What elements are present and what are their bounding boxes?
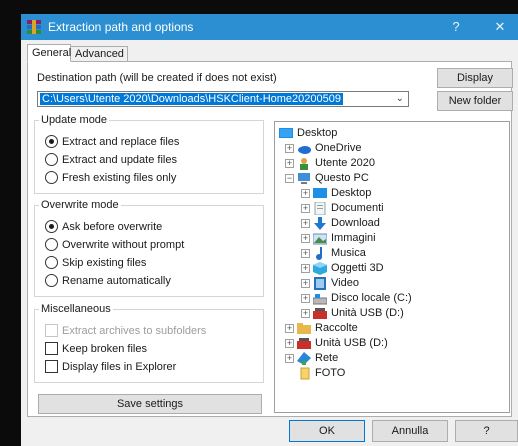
radio-button[interactable] [45, 135, 58, 148]
expand-icon[interactable]: + [301, 219, 310, 228]
expand-icon[interactable]: + [301, 189, 310, 198]
music-icon [316, 247, 322, 260]
folder-icon [300, 367, 310, 380]
tab-general[interactable]: General [27, 44, 71, 62]
desktop-icon [313, 188, 327, 198]
cancel-button[interactable]: Annulla [372, 420, 448, 442]
ok-button[interactable]: OK [289, 420, 365, 442]
update-mode-group: Update mode Extract and replace files Ex… [34, 114, 264, 194]
miscellaneous-legend: Miscellaneous [39, 303, 113, 315]
network-icon [297, 352, 311, 365]
window-title: Extraction path and options [48, 20, 194, 34]
drive-icon [313, 294, 327, 305]
radio-button[interactable] [45, 171, 58, 184]
overwrite-mode-group: Overwrite mode Ask before overwrite Over… [34, 199, 264, 297]
expand-icon[interactable]: + [285, 144, 294, 153]
radio-button[interactable] [45, 238, 58, 251]
general-panel: Destination path (will be created if doe… [27, 61, 513, 417]
destination-label: Destination path (will be created if doe… [37, 72, 277, 84]
radio-button[interactable] [45, 153, 58, 166]
chevron-down-icon[interactable]: ⌄ [396, 92, 404, 106]
expand-icon[interactable]: + [285, 339, 294, 348]
help-button[interactable]: ? [455, 420, 518, 442]
destination-path-value[interactable]: C:\Users\Utente 2020\Downloads\HSKClient… [40, 93, 343, 105]
miscellaneous-group: Miscellaneous Extract archives to subfol… [34, 303, 264, 383]
destination-path-combobox[interactable]: C:\Users\Utente 2020\Downloads\HSKClient… [37, 91, 409, 107]
expand-icon[interactable]: + [285, 324, 294, 333]
checkbox[interactable] [45, 342, 58, 355]
radio-button[interactable] [45, 274, 58, 287]
expand-icon[interactable]: + [301, 309, 310, 318]
winrar-icon [27, 20, 41, 34]
computer-icon [298, 173, 310, 184]
expand-icon[interactable]: + [301, 264, 310, 273]
expand-icon[interactable]: + [285, 159, 294, 168]
documents-icon [314, 202, 326, 215]
checkbox [45, 324, 58, 337]
new-folder-button[interactable]: New folder [437, 91, 513, 111]
usb-drive-icon [297, 338, 311, 349]
close-button[interactable]: ✕ [483, 14, 517, 40]
checkbox[interactable] [45, 360, 58, 373]
title-bar[interactable]: Extraction path and options ? ✕ [21, 14, 518, 40]
expand-icon[interactable]: + [301, 279, 310, 288]
display-button[interactable]: Display [437, 68, 513, 88]
usb-drive-icon [313, 308, 327, 319]
folder-tree[interactable]: Desktop + OneDrive + Utente 2020 − Quest… [274, 121, 510, 413]
update-mode-legend: Update mode [39, 114, 110, 126]
expand-icon[interactable]: + [301, 249, 310, 258]
libraries-icon [297, 323, 311, 334]
tab-advanced[interactable]: Advanced [70, 46, 128, 62]
pictures-icon [313, 233, 327, 245]
overwrite-mode-legend: Overwrite mode [39, 199, 121, 211]
user-icon [300, 158, 308, 170]
extraction-dialog: Extraction path and options ? ✕ General … [21, 14, 518, 446]
expand-icon[interactable]: + [301, 204, 310, 213]
help-title-button[interactable]: ? [439, 14, 473, 40]
desktop-icon [279, 128, 293, 138]
download-icon [314, 217, 326, 230]
radio-button[interactable] [45, 220, 58, 233]
objects-3d-icon [313, 262, 327, 275]
expand-icon[interactable]: + [301, 234, 310, 243]
radio-button[interactable] [45, 256, 58, 269]
expand-icon[interactable]: + [285, 354, 294, 363]
cloud-icon [298, 146, 311, 154]
collapse-icon[interactable]: − [285, 174, 294, 183]
expand-icon[interactable]: + [301, 294, 310, 303]
save-settings-button[interactable]: Save settings [38, 394, 262, 414]
video-icon [314, 277, 326, 290]
